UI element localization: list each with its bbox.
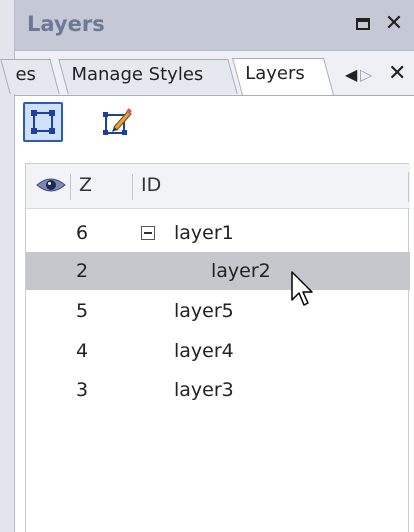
scroll-tabs-right-icon[interactable]: ▷ bbox=[360, 65, 372, 84]
layers-panel: Layers ✕ es Manage Styles Layers ◀ ▷ ✕ Z… bbox=[0, 0, 414, 532]
edit-frame-icon bbox=[103, 108, 132, 135]
select-layer-button[interactable] bbox=[23, 102, 63, 142]
layer-row-layer4[interactable]: 4 layer4 bbox=[26, 332, 410, 370]
layer-name: layer5 bbox=[174, 300, 234, 322]
maximize-button[interactable] bbox=[350, 10, 376, 38]
collapse-icon[interactable] bbox=[141, 226, 155, 240]
column-header-z[interactable]: Z bbox=[70, 174, 92, 200]
tab-strip: es Manage Styles Layers ◀ ▷ ✕ bbox=[0, 51, 414, 96]
mouse-pointer-icon bbox=[291, 271, 313, 306]
layer-row-layer3[interactable]: 3 layer3 bbox=[26, 371, 410, 409]
tab-label: es bbox=[15, 64, 36, 85]
layer-name: layer1 bbox=[174, 222, 234, 244]
layer-row-layer1[interactable]: 6 layer1 bbox=[26, 214, 410, 252]
layer-name: layer4 bbox=[174, 340, 234, 362]
close-icon: ✕ bbox=[384, 11, 404, 36]
layer-row-layer5[interactable]: 5 layer5 bbox=[26, 292, 410, 330]
layers-toolbar bbox=[15, 96, 414, 154]
layer-name: layer2 bbox=[211, 260, 271, 282]
column-header-id[interactable]: ID bbox=[132, 174, 161, 200]
panel-title-bar[interactable]: Layers ✕ bbox=[15, 0, 414, 51]
panel-title: Layers bbox=[27, 12, 105, 36]
close-tab-icon[interactable]: ✕ bbox=[388, 61, 406, 86]
layer-name: layer3 bbox=[174, 379, 234, 401]
layer-z-value: 3 bbox=[76, 379, 89, 401]
layer-z-value: 6 bbox=[76, 222, 89, 244]
close-button[interactable]: ✕ bbox=[381, 10, 407, 38]
scroll-tabs-left-icon[interactable]: ◀ bbox=[345, 65, 357, 84]
tab-label: Layers bbox=[245, 63, 305, 84]
eye-icon[interactable] bbox=[36, 176, 66, 194]
maximize-icon bbox=[356, 18, 370, 30]
tab-layers[interactable]: Layers bbox=[232, 58, 334, 95]
tab-styles[interactable]: es bbox=[0, 59, 60, 94]
tab-manage-styles[interactable]: Manage Styles bbox=[58, 59, 238, 94]
edit-layer-button[interactable] bbox=[97, 102, 137, 142]
select-frame-icon bbox=[31, 110, 55, 134]
layer-row-layer2[interactable]: 2 layer2 bbox=[26, 252, 410, 290]
column-divider bbox=[408, 172, 409, 202]
layers-list[interactable]: Z ID 6 layer1 2 layer2 5 layer5 4 layer4… bbox=[25, 163, 410, 532]
layer-z-value: 5 bbox=[76, 300, 89, 322]
list-header: Z ID bbox=[26, 164, 410, 209]
layer-z-value: 4 bbox=[76, 340, 89, 362]
layer-z-value: 2 bbox=[76, 260, 89, 282]
tab-label: Manage Styles bbox=[71, 64, 204, 85]
